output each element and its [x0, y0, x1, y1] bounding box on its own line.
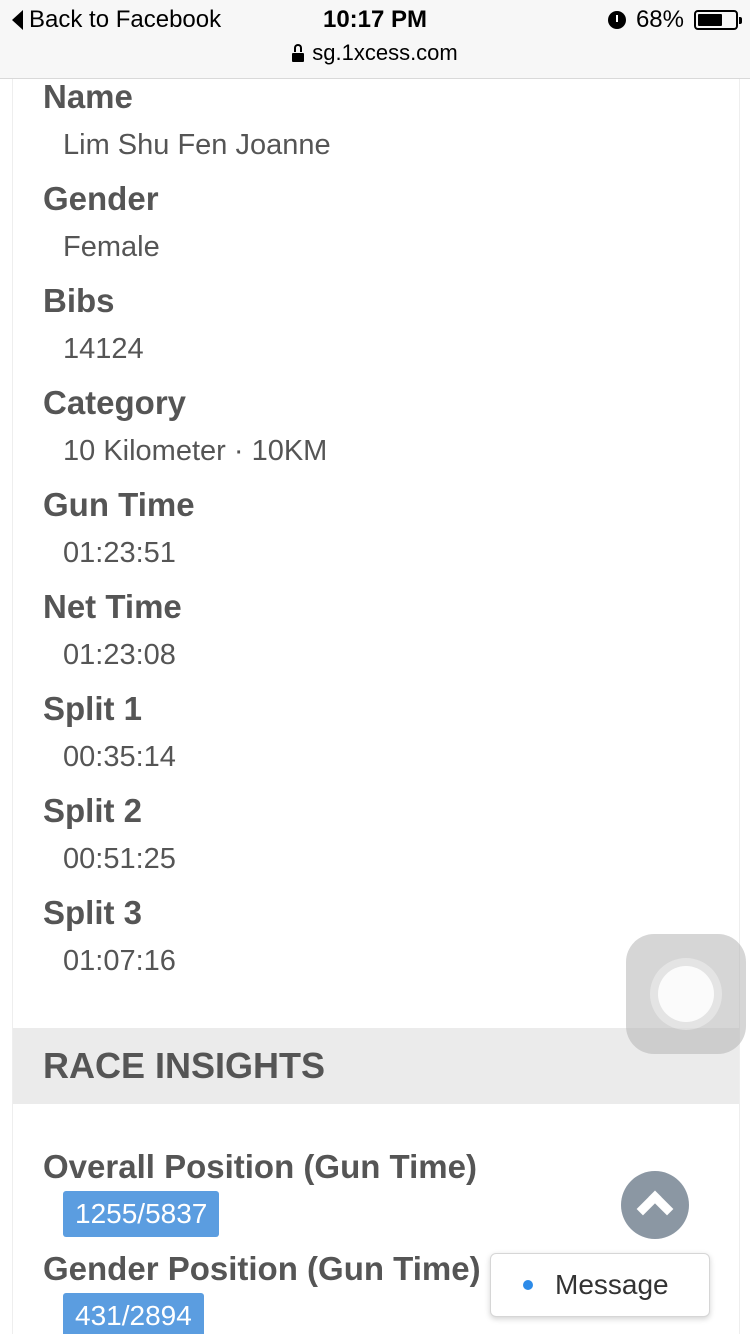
detail-value: 01:07:16 [63, 945, 176, 977]
browser-top-bar: Back to Facebook 10:17 PM 68% sg.1xcess.… [0, 0, 750, 79]
detail-value: 10 Kilometer · 10KM [63, 435, 328, 467]
results-page: Name Lim Shu Fen Joanne Gender Female Bibs 14… [12, 79, 740, 1334]
detail-value: 00:51:25 [63, 843, 176, 875]
scroll-to-top-button[interactable] [621, 1171, 689, 1239]
battery-fill [698, 14, 722, 26]
detail-label: Gender [43, 180, 159, 217]
detail-field: Bibs 14124 [43, 282, 144, 366]
detail-value: 01:23:51 [63, 537, 176, 569]
detail-label: Gun Time [43, 486, 195, 523]
detail-field: Gun Time 01:23:51 [43, 486, 195, 570]
detail-field: Split 2 00:51:25 [43, 792, 176, 876]
detail-field: Split 3 01:07:16 [43, 894, 176, 978]
detail-value: 14124 [63, 333, 144, 365]
detail-value: Lim Shu Fen Joanne [63, 129, 331, 161]
detail-field: Gender Female [43, 180, 160, 264]
detail-field: Net Time 01:23:08 [43, 588, 182, 672]
detail-label: Split 3 [43, 894, 143, 931]
battery-icon [694, 10, 742, 30]
alarm-icon [607, 11, 626, 29]
gender-position-badge: 431/2894 [63, 1293, 204, 1334]
overall-position-badge: 1255/5837 [63, 1191, 220, 1237]
dot-icon [523, 1280, 533, 1290]
detail-label: Split 2 [43, 792, 143, 829]
overall-position-label: Overall Position (Gun Time) [43, 1148, 477, 1185]
message-button[interactable]: Message [490, 1253, 710, 1317]
lock-icon [292, 44, 305, 62]
gender-position-label: Gender Position (Gun Time) [43, 1250, 481, 1287]
detail-field: Split 1 00:35:14 [43, 690, 176, 774]
detail-label: Split 1 [43, 690, 143, 727]
detail-field: Category 10 Kilometer · 10KM [43, 384, 328, 468]
detail-label: Bibs [43, 282, 115, 319]
detail-label: Name [43, 79, 133, 115]
battery-percent: 68% [635, 6, 684, 33]
assistive-touch-icon[interactable] [626, 934, 746, 1054]
status-bar: Back to Facebook 10:17 PM 68% [0, 0, 750, 40]
detail-value: 01:23:08 [63, 639, 176, 671]
url-bar[interactable]: sg.1xcess.com [0, 40, 750, 66]
status-indicators: 68% [607, 6, 742, 34]
race-insights-title: RACE INSIGHTS [43, 1045, 326, 1086]
detail-label: Net Time [43, 588, 182, 625]
detail-value: Female [63, 231, 160, 263]
detail-field: Name Lim Shu Fen Joanne [43, 79, 331, 161]
detail-value: 00:35:14 [63, 741, 176, 773]
detail-label: Category [43, 384, 187, 421]
message-label: Message [555, 1269, 669, 1300]
url-text: sg.1xcess.com [312, 40, 458, 65]
